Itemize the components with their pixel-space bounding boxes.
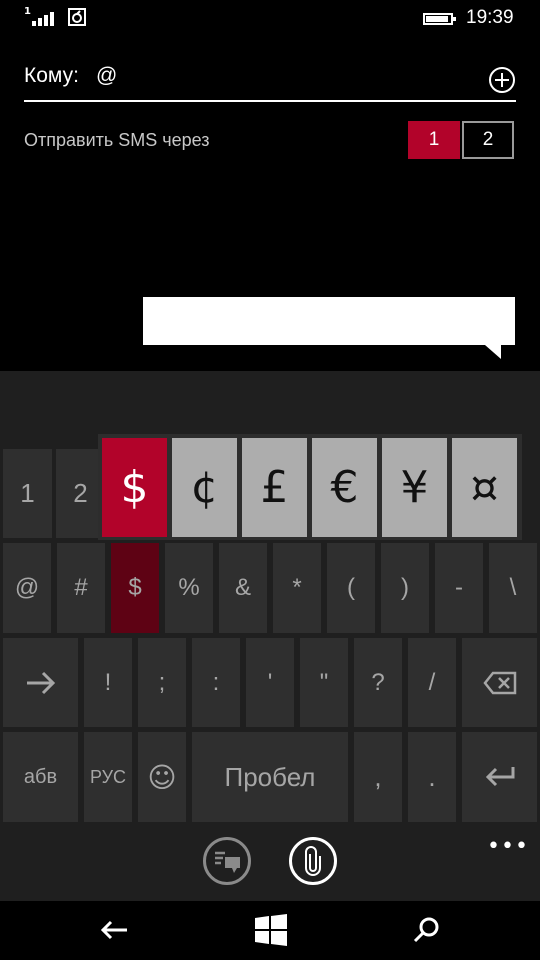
- signal-icon: 1: [24, 6, 58, 26]
- popup-key-yen[interactable]: ¥: [382, 438, 447, 537]
- popup-key-cent[interactable]: ¢: [172, 438, 237, 537]
- sim-1-button[interactable]: 1: [408, 121, 460, 159]
- key-1[interactable]: 1: [3, 449, 52, 538]
- key-backslash[interactable]: \: [489, 543, 537, 633]
- sim-icon: [68, 8, 86, 26]
- key-slash[interactable]: /: [408, 638, 456, 727]
- recipient-input[interactable]: @: [96, 64, 117, 88]
- abc-key[interactable]: абв: [3, 732, 78, 822]
- back-icon[interactable]: [97, 913, 133, 947]
- emoji-key[interactable]: ☺: [138, 732, 186, 822]
- language-key[interactable]: РУС: [84, 732, 132, 822]
- conversation-icon[interactable]: [203, 837, 251, 885]
- popup-key-euro[interactable]: €: [312, 438, 377, 537]
- backspace-icon: [482, 671, 516, 694]
- key-dash[interactable]: -: [435, 543, 483, 633]
- arrow-right-icon: [26, 671, 55, 694]
- windows-icon[interactable]: [253, 913, 289, 947]
- key-exclamation[interactable]: !: [84, 638, 132, 727]
- key-period[interactable]: .: [408, 732, 456, 822]
- key-comma[interactable]: ,: [354, 732, 402, 822]
- key-right-paren[interactable]: ): [381, 543, 429, 633]
- key-apostrophe[interactable]: ': [246, 638, 294, 727]
- enter-icon: [485, 767, 514, 787]
- to-label: Кому:: [24, 64, 79, 87]
- key-colon[interactable]: :: [192, 638, 240, 727]
- space-key[interactable]: Пробел: [192, 732, 348, 822]
- plus-circle-icon[interactable]: [488, 66, 516, 94]
- key-ampersand[interactable]: &: [219, 543, 267, 633]
- key-asterisk[interactable]: *: [273, 543, 321, 633]
- search-icon[interactable]: [409, 913, 445, 947]
- sms-via-label: Отправить SMS через: [24, 130, 210, 150]
- recipient-field[interactable]: Кому: @: [24, 60, 516, 102]
- key-dollar[interactable]: $: [111, 543, 159, 633]
- popup-key-dollar[interactable]: $: [102, 438, 167, 537]
- popup-key-currency[interactable]: ¤: [452, 438, 517, 537]
- sim-2-button[interactable]: 2: [462, 121, 514, 159]
- message-input[interactable]: [143, 297, 515, 345]
- bubble-tail: [485, 345, 501, 359]
- attach-icon[interactable]: [289, 837, 337, 885]
- status-bar: 1 19:39: [0, 0, 540, 36]
- key-percent[interactable]: %: [165, 543, 213, 633]
- key-semicolon[interactable]: ;: [138, 638, 186, 727]
- signal-badge: 1: [24, 6, 31, 17]
- key-question[interactable]: ?: [354, 638, 402, 727]
- key-hash[interactable]: #: [57, 543, 105, 633]
- key-quote[interactable]: ": [300, 638, 348, 727]
- battery-icon: [423, 13, 456, 25]
- key-at[interactable]: @: [3, 543, 51, 633]
- more-button[interactable]: •••: [487, 834, 529, 859]
- popup-key-pound[interactable]: £: [242, 438, 307, 537]
- app-bar: [0, 828, 540, 901]
- key-left-paren[interactable]: (: [327, 543, 375, 633]
- nav-bar: [0, 901, 540, 960]
- clock: 19:39: [466, 7, 514, 28]
- enter-key[interactable]: [462, 732, 537, 822]
- backspace-key[interactable]: [462, 638, 537, 727]
- tab-key[interactable]: [3, 638, 78, 727]
